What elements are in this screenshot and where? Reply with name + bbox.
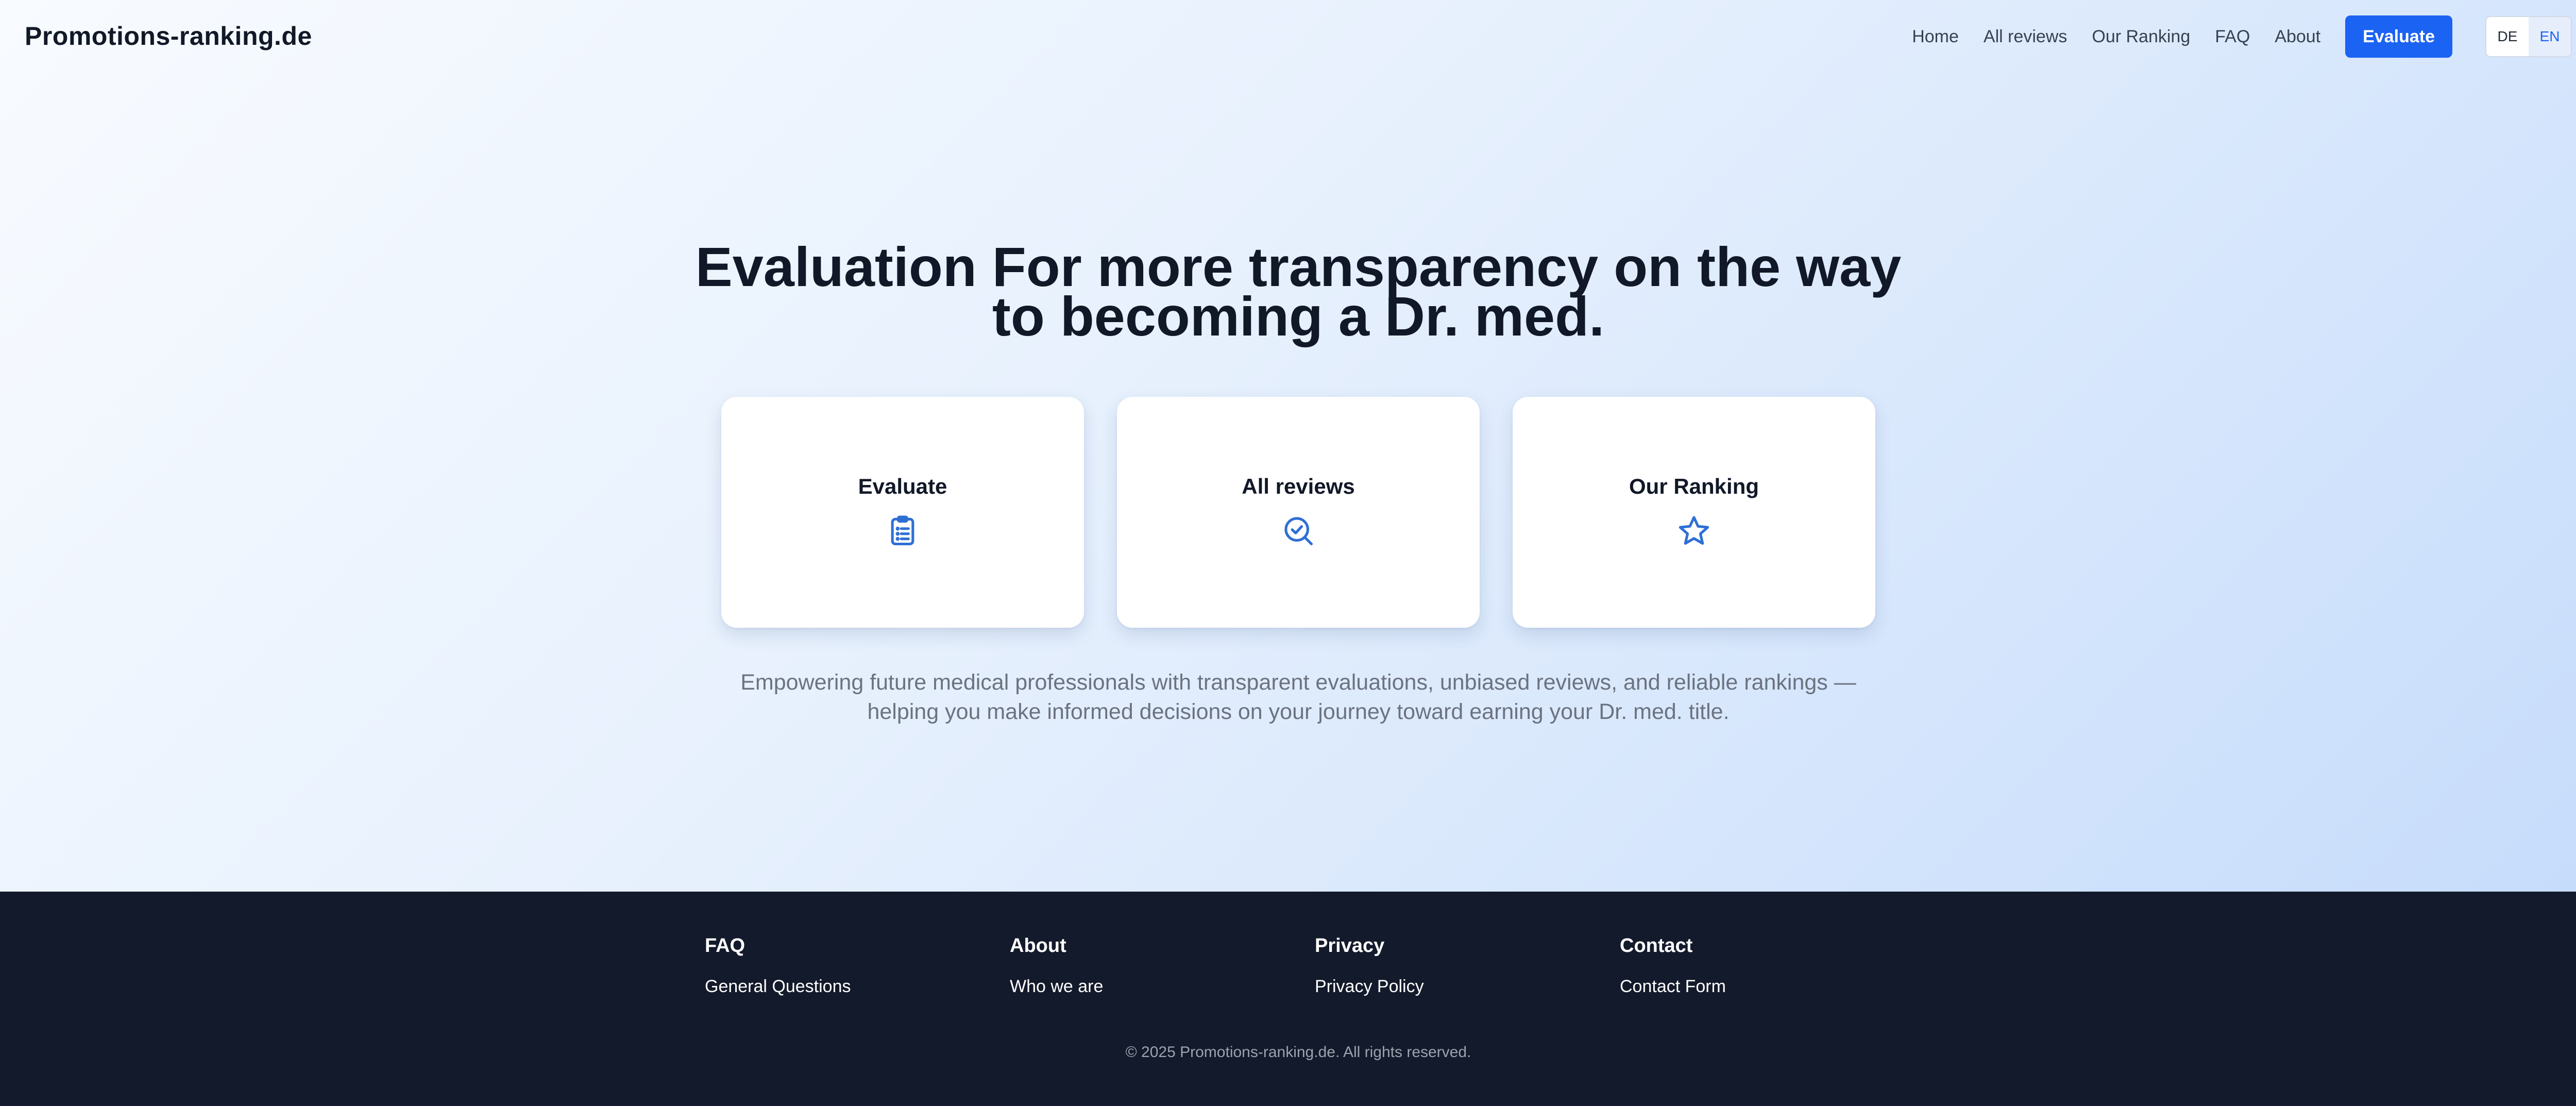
footer-column-faq: FAQ General Questions (705, 933, 993, 998)
lang-en-button[interactable]: EN (2529, 17, 2571, 56)
site-footer: FAQ General Questions About Who we are P… (0, 892, 2576, 1106)
nav-about[interactable]: About (2275, 26, 2320, 47)
hero-title: Evaluation For more transparency on the … (695, 236, 1902, 347)
evaluate-button[interactable]: Evaluate (2345, 15, 2452, 58)
footer-link-privacy-policy[interactable]: Privacy Policy (1315, 975, 1603, 998)
card-our-ranking[interactable]: Our Ranking (1513, 397, 1875, 628)
hero-description: Empowering future medical professionals … (740, 670, 1856, 724)
nav-our-ranking[interactable]: Our Ranking (2092, 26, 2190, 47)
footer-heading: Contact (1620, 935, 1693, 957)
search-check-icon (1281, 513, 1316, 548)
nav-all-reviews[interactable]: All reviews (1984, 26, 2067, 47)
main-nav: Home All reviews Our Ranking FAQ About E… (1912, 15, 2572, 58)
clipboard-list-icon (885, 513, 920, 548)
footer-column-contact: Contact Contact Form (1620, 933, 1908, 998)
card-title: All reviews (1242, 474, 1355, 498)
hero-section: Promotions-ranking.de Home All reviews O… (0, 0, 2576, 892)
page: Promotions-ranking.de Home All reviews O… (0, 0, 2576, 1106)
footer-link-general-questions[interactable]: General Questions (705, 975, 993, 998)
star-icon (1676, 513, 1711, 548)
footer-link-contact-form[interactable]: Contact Form (1620, 975, 1908, 998)
footer-heading: FAQ (705, 935, 745, 957)
card-evaluate[interactable]: Evaluate (721, 397, 1084, 628)
action-cards: Evaluate All reviews Our Ranking (721, 397, 1875, 628)
card-all-reviews[interactable]: All reviews (1117, 397, 1480, 628)
copyright-text: © 2025 Promotions-ranking.de. All rights… (1125, 1044, 1471, 1061)
card-title: Evaluate (858, 474, 947, 498)
language-switcher: DE EN (2485, 16, 2572, 57)
nav-home[interactable]: Home (1912, 26, 1959, 47)
footer-column-privacy: Privacy Privacy Policy (1315, 933, 1603, 998)
footer-heading: About (1010, 935, 1066, 957)
footer-link-who-we-are[interactable]: Who we are (1010, 975, 1298, 998)
footer-heading: Privacy (1315, 935, 1385, 957)
lang-de-button[interactable]: DE (2486, 17, 2529, 56)
footer-column-about: About Who we are (1010, 933, 1298, 998)
nav-faq[interactable]: FAQ (2215, 26, 2250, 47)
card-title: Our Ranking (1629, 474, 1759, 498)
site-logo[interactable]: Promotions-ranking.de (25, 20, 312, 53)
